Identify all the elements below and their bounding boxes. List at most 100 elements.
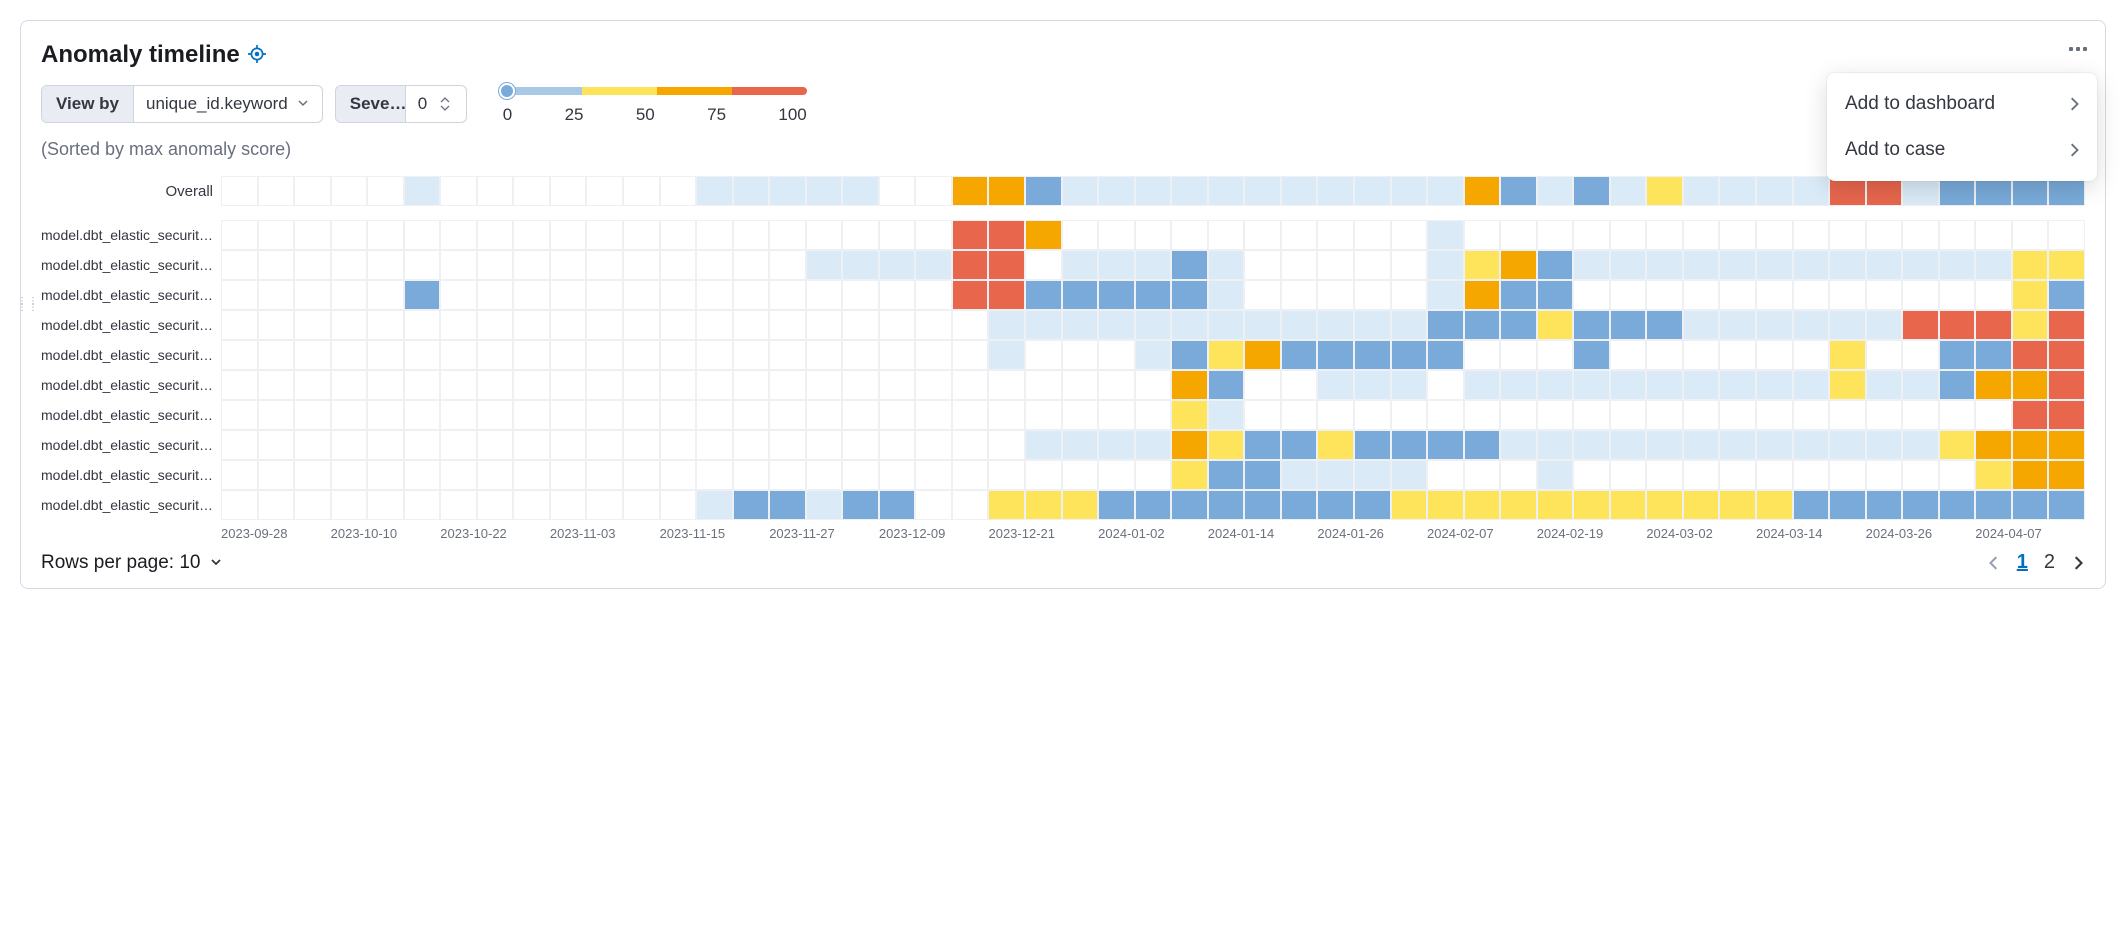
heatmap-cell[interactable] bbox=[294, 460, 331, 490]
heatmap-cell[interactable] bbox=[1902, 310, 1939, 340]
heatmap-cell[interactable] bbox=[2012, 460, 2049, 490]
heatmap-cell[interactable] bbox=[915, 430, 952, 460]
heatmap-cell[interactable] bbox=[1902, 250, 1939, 280]
heatmap-cell[interactable] bbox=[367, 220, 404, 250]
heatmap-cell[interactable] bbox=[404, 176, 441, 206]
heatmap-cell[interactable] bbox=[258, 250, 295, 280]
heatmap-cell[interactable] bbox=[988, 430, 1025, 460]
heatmap-cell[interactable] bbox=[1025, 490, 1062, 520]
heatmap-cell[interactable] bbox=[1646, 400, 1683, 430]
heatmap-cell[interactable] bbox=[660, 310, 697, 340]
heatmap-cell[interactable] bbox=[1939, 280, 1976, 310]
heatmap-cell[interactable] bbox=[1866, 370, 1903, 400]
heatmap-cell[interactable] bbox=[258, 490, 295, 520]
heatmap-cell[interactable] bbox=[696, 490, 733, 520]
heatmap-cell[interactable] bbox=[1317, 176, 1354, 206]
heatmap-cell[interactable] bbox=[1683, 400, 1720, 430]
heatmap-cell[interactable] bbox=[258, 220, 295, 250]
heatmap-cell[interactable] bbox=[1866, 460, 1903, 490]
heatmap-cell[interactable] bbox=[1391, 490, 1428, 520]
heatmap-cell[interactable] bbox=[2012, 400, 2049, 430]
heatmap-cell[interactable] bbox=[879, 490, 916, 520]
heatmap-cell[interactable] bbox=[2048, 340, 2085, 370]
heatmap-cell[interactable] bbox=[550, 220, 587, 250]
heatmap-cell[interactable] bbox=[769, 400, 806, 430]
heatmap-cell[interactable] bbox=[2048, 280, 2085, 310]
heatmap-cell[interactable] bbox=[440, 310, 477, 340]
heatmap-cell[interactable] bbox=[806, 370, 843, 400]
heatmap-cell[interactable] bbox=[221, 310, 258, 340]
panel-menu-button[interactable] bbox=[2069, 39, 2087, 57]
heatmap-cell[interactable] bbox=[1719, 280, 1756, 310]
heatmap-cell[interactable] bbox=[952, 460, 989, 490]
heatmap-cell[interactable] bbox=[367, 430, 404, 460]
heatmap-cell[interactable] bbox=[1793, 250, 1830, 280]
heatmap-cell[interactable] bbox=[915, 490, 952, 520]
heatmap-cell[interactable] bbox=[1135, 176, 1172, 206]
heatmap-cell[interactable] bbox=[1537, 280, 1574, 310]
heatmap-cell[interactable] bbox=[404, 370, 441, 400]
heatmap-cell[interactable] bbox=[1939, 460, 1976, 490]
heatmap-cell[interactable] bbox=[842, 370, 879, 400]
heatmap-cell[interactable] bbox=[1244, 280, 1281, 310]
heatmap-cell[interactable] bbox=[769, 340, 806, 370]
heatmap-cell[interactable] bbox=[221, 460, 258, 490]
heatmap-cell[interactable] bbox=[1354, 430, 1391, 460]
heatmap-cell[interactable] bbox=[586, 370, 623, 400]
heatmap-cell[interactable] bbox=[1062, 250, 1099, 280]
heatmap-cell[interactable] bbox=[258, 310, 295, 340]
heatmap-cell[interactable] bbox=[733, 400, 770, 430]
heatmap-cell[interactable] bbox=[915, 220, 952, 250]
heatmap-cell[interactable] bbox=[733, 460, 770, 490]
heatmap-cell[interactable] bbox=[1171, 340, 1208, 370]
heatmap-cell[interactable] bbox=[550, 310, 587, 340]
heatmap-cell[interactable] bbox=[513, 220, 550, 250]
heatmap-cell[interactable] bbox=[1829, 460, 1866, 490]
heatmap-cell[interactable] bbox=[1793, 176, 1830, 206]
heatmap-cell[interactable] bbox=[1646, 250, 1683, 280]
heatmap-cell[interactable] bbox=[1244, 490, 1281, 520]
heatmap-cell[interactable] bbox=[331, 430, 368, 460]
heatmap-cell[interactable] bbox=[1281, 220, 1318, 250]
heatmap-cell[interactable] bbox=[623, 370, 660, 400]
heatmap-cell[interactable] bbox=[1610, 400, 1647, 430]
heatmap-cell[interactable] bbox=[769, 250, 806, 280]
heatmap-cell[interactable] bbox=[586, 340, 623, 370]
heatmap-cell[interactable] bbox=[915, 400, 952, 430]
heatmap-cell[interactable] bbox=[294, 370, 331, 400]
heatmap-cell[interactable] bbox=[1391, 310, 1428, 340]
heatmap-cell[interactable] bbox=[915, 340, 952, 370]
heatmap-cell[interactable] bbox=[842, 310, 879, 340]
heatmap-cell[interactable] bbox=[2048, 460, 2085, 490]
heatmap-cell[interactable] bbox=[842, 250, 879, 280]
heatmap-cell[interactable] bbox=[367, 400, 404, 430]
heatmap-cell[interactable] bbox=[1866, 400, 1903, 430]
heatmap-cell[interactable] bbox=[1756, 280, 1793, 310]
heatmap-cell[interactable] bbox=[1025, 430, 1062, 460]
heatmap-cell[interactable] bbox=[404, 280, 441, 310]
heatmap-cell[interactable] bbox=[1646, 340, 1683, 370]
heatmap-cell[interactable] bbox=[294, 430, 331, 460]
heatmap-cell[interactable] bbox=[1281, 340, 1318, 370]
heatmap-cell[interactable] bbox=[1098, 176, 1135, 206]
heatmap-cell[interactable] bbox=[367, 460, 404, 490]
heatmap-cell[interactable] bbox=[988, 490, 1025, 520]
heatmap-cell[interactable] bbox=[623, 460, 660, 490]
heatmap-cell[interactable] bbox=[1646, 176, 1683, 206]
heatmap-cell[interactable] bbox=[879, 340, 916, 370]
heatmap-cell[interactable] bbox=[258, 280, 295, 310]
heatmap-cell[interactable] bbox=[586, 460, 623, 490]
heatmap-cell[interactable] bbox=[404, 400, 441, 430]
heatmap-cell[interactable] bbox=[1573, 280, 1610, 310]
heatmap-cell[interactable] bbox=[1025, 340, 1062, 370]
heatmap-cell[interactable] bbox=[988, 400, 1025, 430]
heatmap-cell[interactable] bbox=[842, 220, 879, 250]
heatmap-cell[interactable] bbox=[660, 430, 697, 460]
heatmap-cell[interactable] bbox=[550, 430, 587, 460]
heatmap-cell[interactable] bbox=[952, 430, 989, 460]
heatmap-cell[interactable] bbox=[1208, 430, 1245, 460]
pagination-prev[interactable] bbox=[1987, 556, 2001, 570]
heatmap-cell[interactable] bbox=[952, 490, 989, 520]
heatmap-cell[interactable] bbox=[2012, 370, 2049, 400]
heatmap-cell[interactable] bbox=[258, 340, 295, 370]
